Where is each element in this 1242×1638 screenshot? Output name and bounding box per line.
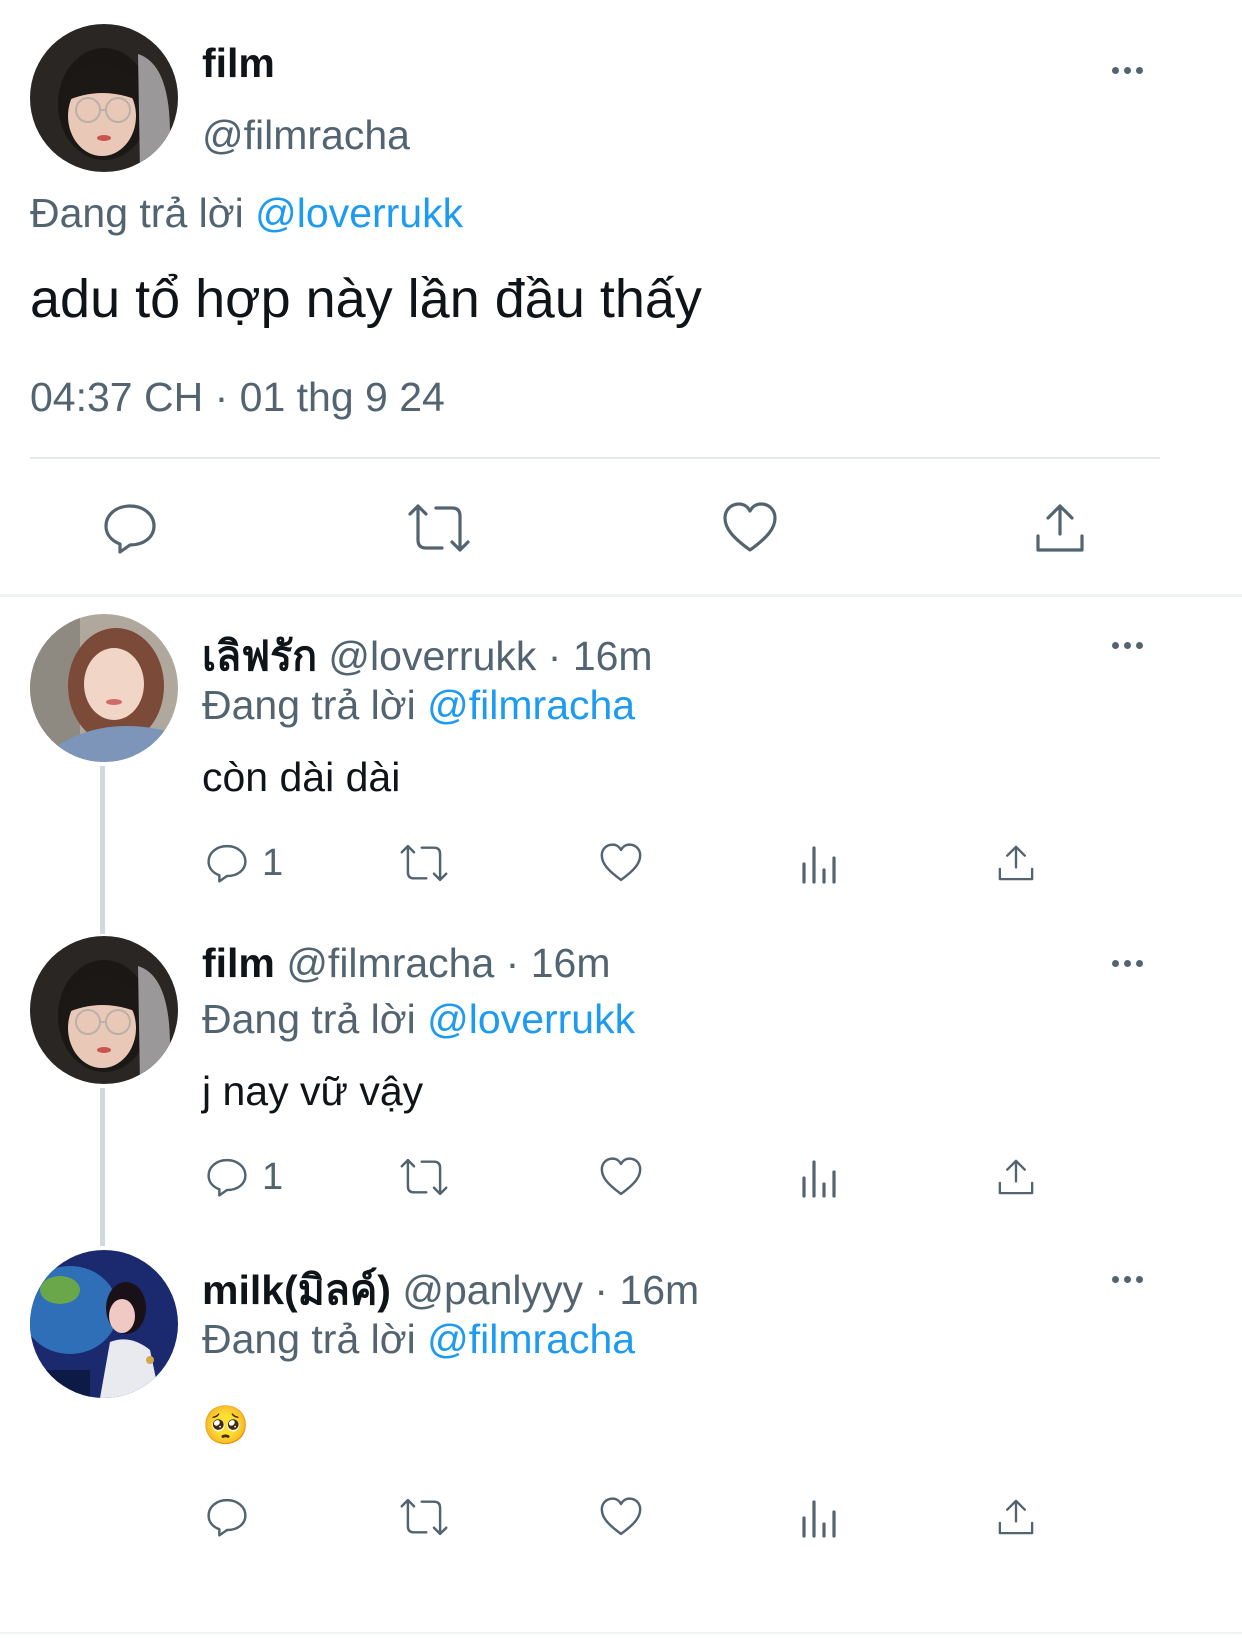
reply-to-link[interactable]: @loverrukk xyxy=(255,190,463,236)
reply-count: 1 xyxy=(262,842,284,884)
share-icon[interactable] xyxy=(994,1494,1038,1540)
reply-header: milk(มิลค์) @panlyyy · 16m xyxy=(202,1258,699,1323)
avatar[interactable] xyxy=(30,614,178,762)
reply-icon[interactable] xyxy=(204,840,250,886)
divider xyxy=(30,457,1160,459)
thread-line xyxy=(100,1088,105,1246)
handle[interactable]: @filmracha xyxy=(286,940,494,986)
thread-line xyxy=(100,766,105,934)
replying-to: Đang trả lời @filmracha xyxy=(202,682,635,729)
more-options-icon[interactable] xyxy=(1112,960,1143,967)
retweet-icon[interactable] xyxy=(398,840,450,886)
tweet-text: adu tổ hợp này lần đầu thấy xyxy=(30,269,702,329)
reply-prefix: Đang trả lời xyxy=(202,682,416,728)
like-icon[interactable] xyxy=(720,498,780,558)
like-icon[interactable] xyxy=(598,1154,644,1200)
share-icon[interactable] xyxy=(1030,498,1090,558)
avatar[interactable] xyxy=(30,936,178,1084)
display-name[interactable]: เลิฟรัก xyxy=(202,633,317,679)
replying-to: Đang trả lời @loverrukk xyxy=(30,190,463,237)
reply-prefix: Đang trả lời xyxy=(202,996,416,1042)
analytics-icon[interactable] xyxy=(798,1496,842,1540)
share-icon[interactable] xyxy=(994,840,1038,886)
reply-icon[interactable] xyxy=(100,498,160,558)
reply-to-link[interactable]: @filmracha xyxy=(427,682,635,728)
handle[interactable]: @filmracha xyxy=(202,112,410,159)
share-icon[interactable] xyxy=(994,1154,1038,1200)
avatar[interactable] xyxy=(30,1250,178,1398)
display-name[interactable]: film xyxy=(202,40,275,87)
reply-icon[interactable] xyxy=(204,1494,250,1540)
display-name[interactable]: film xyxy=(202,940,275,986)
retweet-icon[interactable] xyxy=(398,1494,450,1540)
retweet-icon[interactable] xyxy=(406,498,472,558)
tweet-text: 🥺 xyxy=(202,1405,250,1447)
display-name[interactable]: milk(มิลค์) xyxy=(202,1267,391,1313)
divider xyxy=(0,594,1242,597)
reply-header: film @filmracha · 16m xyxy=(202,940,610,987)
like-icon[interactable] xyxy=(598,1494,644,1540)
reply-icon[interactable] xyxy=(204,1154,250,1200)
avatar[interactable] xyxy=(30,24,178,172)
more-options-icon[interactable] xyxy=(1112,1276,1143,1283)
reply-prefix: Đang trả lời xyxy=(30,190,244,236)
tweet-text: còn dài dài xyxy=(202,754,401,800)
handle[interactable]: @panlyyy xyxy=(402,1267,583,1313)
reply-header: เลิฟรัก @loverrukk · 16m xyxy=(202,624,653,689)
analytics-icon[interactable] xyxy=(798,842,842,886)
reply-prefix: Đang trả lời xyxy=(202,1316,416,1362)
tweet-timestamp[interactable]: 04:37 CH · 01 thg 9 24 xyxy=(30,374,445,421)
replying-to: Đang trả lời @filmracha xyxy=(202,1316,635,1363)
reply-to-link[interactable]: @loverrukk xyxy=(427,996,635,1042)
tweet-time[interactable]: · 16m xyxy=(548,633,653,679)
more-options-icon[interactable] xyxy=(1112,67,1143,74)
tweet-text: j nay vữ vậy xyxy=(202,1068,424,1114)
reply-count: 1 xyxy=(262,1156,284,1198)
tweet-time[interactable]: · 16m xyxy=(594,1267,699,1313)
more-options-icon[interactable] xyxy=(1112,642,1143,649)
handle[interactable]: @loverrukk xyxy=(328,633,536,679)
analytics-icon[interactable] xyxy=(798,1156,842,1200)
replying-to: Đang trả lời @loverrukk xyxy=(202,996,635,1043)
reply-to-link[interactable]: @filmracha xyxy=(427,1316,635,1362)
like-icon[interactable] xyxy=(598,840,644,886)
tweet-time[interactable]: · 16m xyxy=(506,940,611,986)
retweet-icon[interactable] xyxy=(398,1154,450,1200)
divider xyxy=(0,1632,1242,1634)
